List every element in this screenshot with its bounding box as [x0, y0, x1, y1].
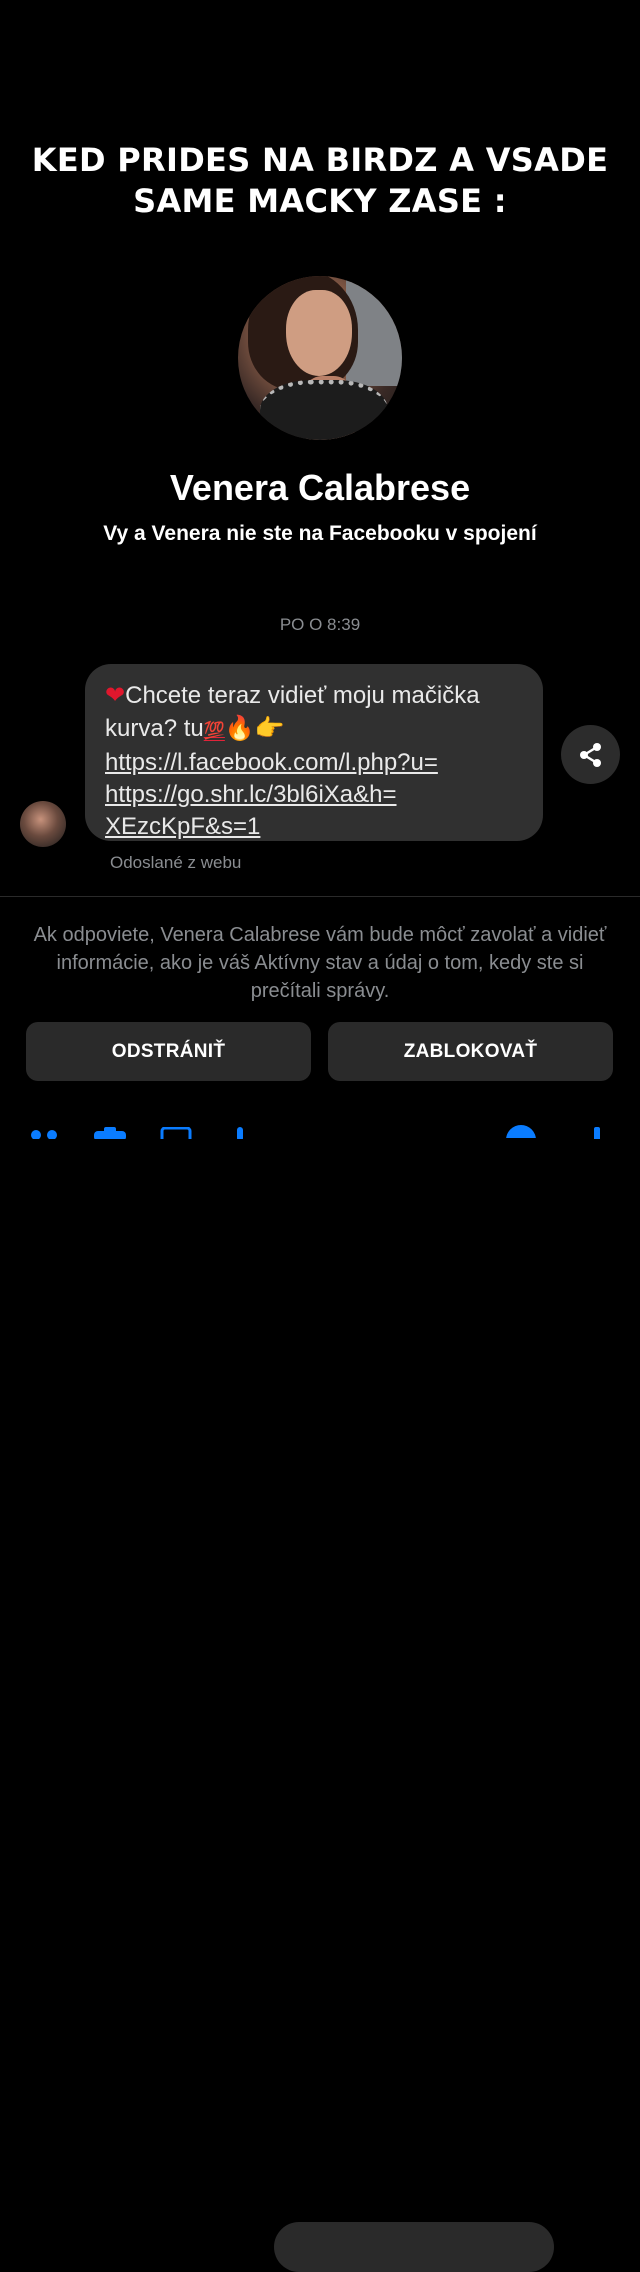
heart-emoji: ❤	[105, 681, 126, 709]
sender-avatar[interactable]	[20, 801, 66, 847]
caption-line-2: SAME MACKY ZASE :	[133, 182, 507, 220]
share-icon	[579, 742, 601, 767]
message-timestamp: PO O 8:39	[279, 615, 361, 634]
gallery-icon[interactable]	[160, 1127, 192, 1139]
block-button[interactable]: ZABLOKOVAŤ	[328, 1022, 613, 1081]
message-link-line-2[interactable]: https://go.shr.lc/3bl6iXa&h=	[105, 779, 523, 811]
message-input[interactable]	[274, 2222, 554, 2272]
profile-connection-status: Vy a Venera nie ste na Facebooku v spoje…	[103, 522, 537, 545]
microphone-icon[interactable]	[232, 1127, 248, 1139]
message-line-1: ❤Chcete teraz vidieť moju mačička	[105, 679, 523, 712]
caption-line-1: KED PRIDES NA BIRDZ A VSADE	[31, 141, 609, 179]
message-link-line-3[interactable]: XEzcKpF&s=1	[105, 811, 523, 843]
sent-from-label: Odoslané z webu	[110, 853, 242, 872]
message-link-line-1[interactable]: https://l.facebook.com/l.php?u=	[105, 747, 523, 779]
remove-button[interactable]: ODSTRÁNIŤ	[26, 1022, 311, 1081]
emoji-icon[interactable]	[505, 1124, 537, 1138]
apps-icon[interactable]	[30, 1127, 64, 1139]
divider	[0, 896, 640, 897]
fire-emoji: 🔥	[224, 714, 255, 742]
profile-avatar[interactable]	[238, 276, 402, 440]
meme-caption: KED PRIDES NA BIRDZ A VSADE SAME MACKY Z…	[0, 140, 640, 222]
message-line-2: kurva? tu💯🔥👉	[105, 712, 523, 747]
pointing-hand-emoji: 👉	[254, 714, 285, 742]
profile-name[interactable]: Venera Calabrese	[0, 466, 640, 510]
message-text-2: kurva? tu	[105, 715, 204, 742]
composer-bar	[0, 1110, 640, 2272]
like-icon[interactable]	[590, 1127, 604, 1139]
message-text-1: Chcete teraz vidieť moju mačička	[125, 682, 480, 709]
share-button[interactable]	[561, 725, 620, 784]
hundred-emoji: 💯	[203, 721, 225, 740]
camera-icon[interactable]	[92, 1127, 128, 1139]
reply-notice: Ak odpoviete, Venera Calabrese vám bude …	[33, 924, 607, 1002]
message-bubble[interactable]: ❤Chcete teraz vidieť moju mačička kurva?…	[85, 664, 543, 841]
